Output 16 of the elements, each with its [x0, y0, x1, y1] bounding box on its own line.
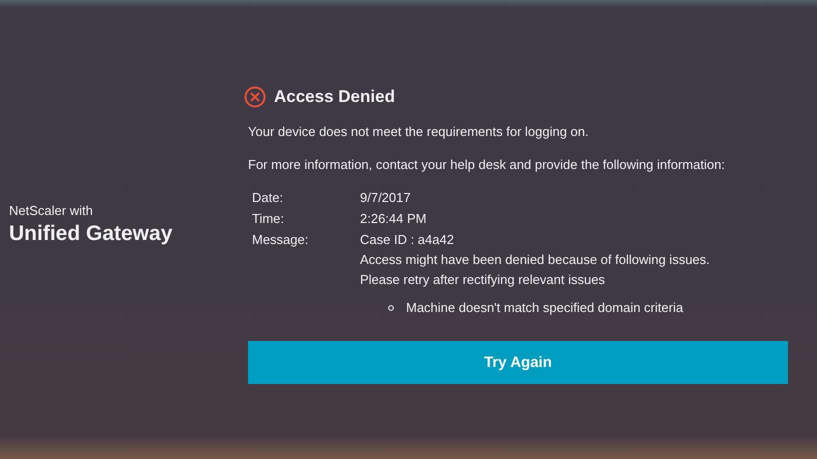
issue-text: Machine doesn't match specified domain criteria: [406, 300, 684, 315]
explanation-text: Access might have been denied because of following issues. Please retry after rectifying relevant issues: [360, 251, 711, 289]
brand-title: Unified Gateway: [9, 222, 174, 246]
error-icon: [244, 86, 266, 108]
dialog-title: Access Denied: [274, 87, 395, 107]
detail-label: Message:: [252, 232, 310, 247]
error-message: Your device does not meet the requirements for logging on.: [248, 124, 590, 139]
detail-label: Time:: [252, 211, 286, 226]
brand-subtitle: NetScaler with: [9, 203, 94, 218]
info-prompt: For more information, contact your help desk and provide the following information:: [248, 157, 726, 172]
try-again-button[interactable]: Try Again: [248, 341, 788, 384]
detail-label: Date:: [252, 190, 284, 205]
detail-value: 9/7/2017: [360, 190, 412, 205]
bullet-icon: [388, 304, 394, 310]
detail-value: Case ID : a4a42: [360, 232, 455, 247]
detail-value: 2:26:44 PM: [360, 211, 428, 226]
